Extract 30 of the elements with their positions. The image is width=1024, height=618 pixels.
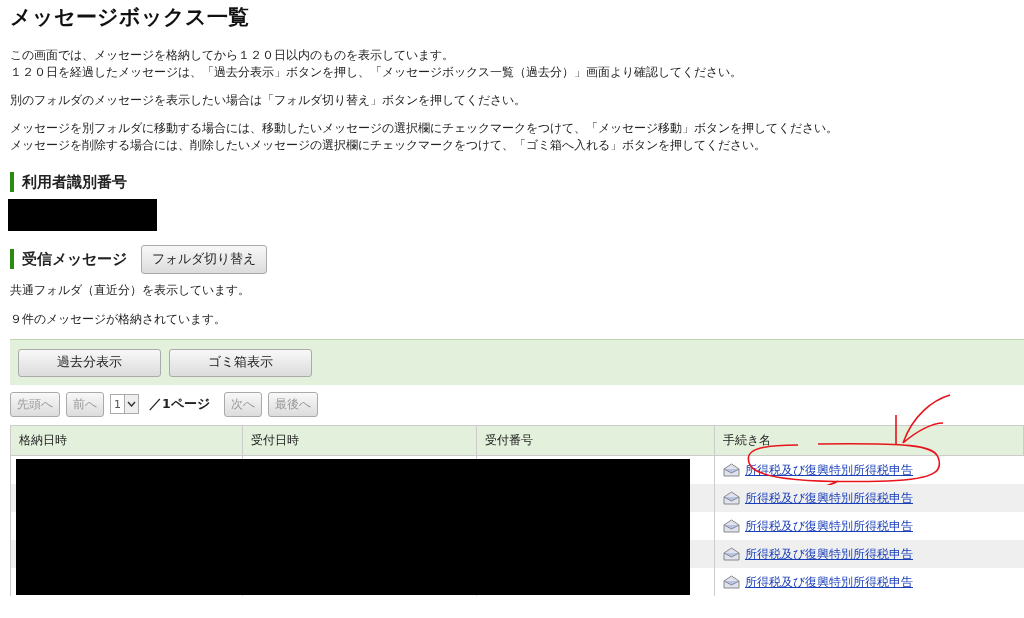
column-header: 受付番号 [476, 425, 715, 456]
message-count: ９件のメッセージが格納されています。 [10, 312, 227, 328]
instruction-text: メッセージを削除する場合には、削除したいメッセージの選択欄にチェックマークをつけて、「ゴミ箱へ入れる」ボタンを押してください。 [10, 137, 767, 154]
page-total: ／1ページ [149, 395, 210, 413]
instruction-text: メッセージを別フォルダに移動する場合には、移動したいメッセージの選択欄にチェックマークをつけて、「メッセージ移動」ボタンを押してください。 [10, 120, 839, 137]
envelope-icon [723, 547, 740, 561]
procedure-link[interactable]: 所得税及び復興特別所得税申告 [745, 574, 913, 589]
section-heading: 受信メッセージ [22, 249, 127, 269]
instruction-text: この画面では、メッセージを格納してから１２０日以内のものを表示しています。 [10, 47, 455, 64]
column-header: 格納日時 [10, 425, 243, 456]
envelope-icon [723, 575, 740, 589]
folder-switch-button[interactable]: フォルダ切り替え [141, 244, 267, 274]
section-heading: 利用者識別番号 [22, 172, 127, 192]
page-select[interactable]: 1 [110, 394, 139, 414]
instruction-text: １２０日を経過したメッセージは、「過去分表示」ボタンを押し、「メッセージボックス一覧（過去分）」画面より確認してください。 [10, 64, 743, 81]
page-title: メッセージボックス一覧 [10, 4, 250, 31]
toolbar-button[interactable]: 過去分表示 [18, 348, 161, 377]
toolbar-button[interactable]: ゴミ箱表示 [169, 348, 312, 377]
column-header: 受付日時 [242, 425, 477, 456]
column-header: 手続き名 [714, 425, 1024, 456]
caret-icon [124, 395, 138, 413]
envelope-icon [723, 463, 740, 477]
procedure-link[interactable]: 所得税及び復興特別所得税申告 [745, 518, 913, 533]
envelope-icon [723, 519, 740, 533]
instruction-text: 別のフォルダのメッセージを表示したい場合は「フォルダ切り替え」ボタンを押してください。 [10, 92, 527, 109]
heading-marker [10, 172, 14, 192]
folder-note: 共通フォルダ（直近分）を表示しています。 [10, 283, 251, 299]
envelope-icon [723, 491, 740, 505]
heading-marker [10, 249, 14, 269]
arrow-annotation [895, 394, 951, 446]
